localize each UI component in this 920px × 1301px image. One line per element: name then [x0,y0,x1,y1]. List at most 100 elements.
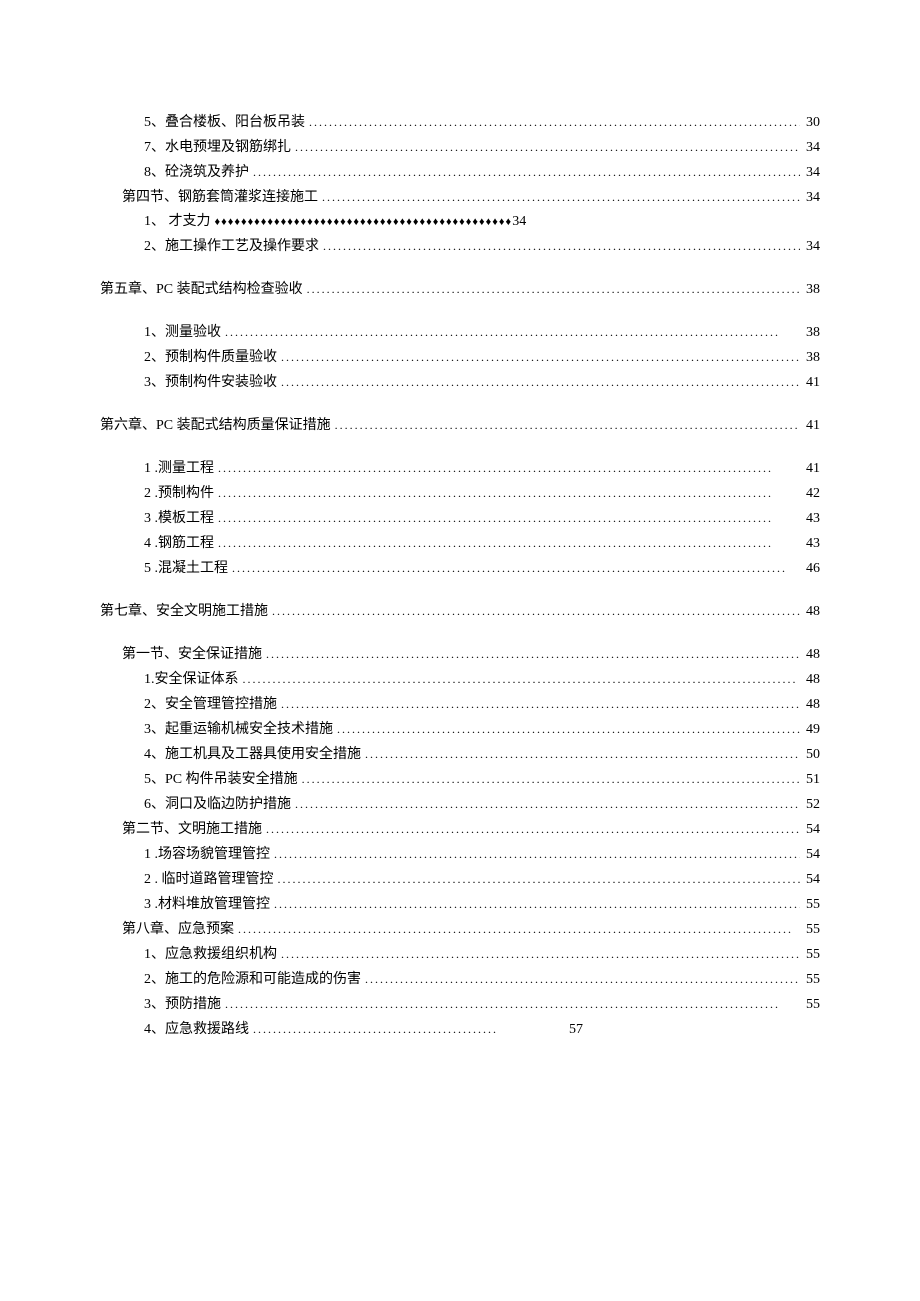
toc-entry: 5、叠合楼板、阳台板吊装............................… [100,110,820,135]
toc-leader-dots: ........................................… [228,556,800,580]
toc-page-number: 48 [800,643,820,667]
toc-entry: 1、 才支力♦♦♦♦♦♦♦♦♦♦♦♦♦♦♦♦♦♦♦♦♦♦♦♦♦♦♦♦♦♦♦♦♦♦… [100,210,820,234]
toc-page-number: 41 [800,457,820,481]
toc-page-number: 42 [800,482,820,506]
toc-entry: 第六章、PC 装配式结构质量保证措施......................… [100,413,820,438]
toc-leader-dots: ........................................… [298,767,800,791]
toc-label: 4、施工机具及工器具使用安全措施 [144,743,361,767]
toc-page-number: 52 [800,793,820,817]
toc-leader-dots: ........................................… [277,942,800,966]
toc-leader-dots: ........................................… [319,234,800,258]
toc-leader-dots: ........................................… [214,456,800,480]
toc-page-number: 34 [800,186,820,210]
toc-page-number: 34 [800,161,820,185]
toc-entry: 1.安全保证体系................................… [100,667,820,692]
toc-label: 第六章、PC 装配式结构质量保证措施 [100,414,331,438]
toc-entry: 2、预制构件质量验收..............................… [100,345,820,370]
toc-label: 第八章、应急预案 [122,918,234,942]
toc-leader-dots: ........................................… [249,1017,569,1041]
toc-label: 4 .钢筋工程 [144,532,214,556]
toc-leader-diamonds: ♦♦♦♦♦♦♦♦♦♦♦♦♦♦♦♦♦♦♦♦♦♦♦♦♦♦♦♦♦♦♦♦♦♦♦♦♦♦♦♦… [211,210,513,234]
toc-entry: 1、应急救援组织机构..............................… [100,942,820,967]
toc-entry: 3 .材料堆放管理管控.............................… [100,892,820,917]
toc-entry: 4、施工机具及工器具使用安全措施........................… [100,742,820,767]
table-of-contents: 5、叠合楼板、阳台板吊装............................… [100,110,820,1042]
toc-leader-dots: ........................................… [221,320,800,344]
section-gap [100,624,820,642]
toc-leader-dots: ........................................… [277,692,800,716]
toc-leader-dots: ........................................… [214,481,800,505]
toc-entry: 第二节、文明施工措施..............................… [100,817,820,842]
toc-label: 5、叠合楼板、阳台板吊装 [144,111,305,135]
section-gap [100,259,820,277]
toc-leader-dots: ........................................… [303,277,800,301]
toc-label: 2、预制构件质量验收 [144,346,277,370]
toc-leader-dots: ........................................… [249,160,800,184]
toc-entry: 3、预制构件安装验收..............................… [100,370,820,395]
toc-label: 1、测量验收 [144,321,221,345]
toc-entry: 1 .测量工程.................................… [100,456,820,481]
toc-entry: 6、洞口及临边防护措施.............................… [100,792,820,817]
toc-entry: 第七章、安全文明施工措施............................… [100,599,820,624]
toc-leader-dots: ........................................… [277,370,800,394]
toc-label: 2 .预制构件 [144,482,214,506]
toc-label: 8、砼浇筑及养护 [144,161,249,185]
toc-leader-dots: ........................................… [270,892,800,916]
toc-page-number: 55 [800,943,820,967]
toc-leader-dots: ........................................… [234,917,800,941]
toc-page-number: 49 [800,718,820,742]
toc-page-number: 43 [800,507,820,531]
toc-entry: 2、施工的危险源和可能造成的伤害........................… [100,967,820,992]
toc-entry: 3、预防措施..................................… [100,992,820,1017]
toc-label: 3、预制构件安装验收 [144,371,277,395]
section-gap [100,581,820,599]
toc-label: 第五章、PC 装配式结构检查验收 [100,278,303,302]
toc-entry: 3、起重运输机械安全技术措施..........................… [100,717,820,742]
toc-leader-dots: ........................................… [318,185,800,209]
toc-label: 3、预防措施 [144,993,221,1017]
toc-leader-dots: ........................................… [331,413,800,437]
toc-label: 2 . 临时道路管理管控 [144,868,274,892]
toc-entry: 1、测量验收..................................… [100,320,820,345]
toc-leader-dots: ........................................… [214,506,800,530]
toc-entry: 2 .预制构件.................................… [100,481,820,506]
toc-page-number: 55 [800,993,820,1017]
toc-label: 1、应急救援组织机构 [144,943,277,967]
toc-page-number: 50 [800,743,820,767]
toc-page-number: 55 [800,968,820,992]
toc-leader-dots: ........................................… [270,842,800,866]
toc-leader-dots: ........................................… [333,717,800,741]
toc-page-number: 30 [800,111,820,135]
toc-leader-dots: ........................................… [291,135,800,159]
toc-label: 1、 才支力 [144,210,211,234]
toc-label: 2、施工操作工艺及操作要求 [144,235,319,259]
toc-page-number: 38 [800,321,820,345]
toc-label: 1.安全保证体系 [144,668,239,692]
toc-entry: 4、应急救援路线................................… [100,1017,820,1042]
toc-page-number: 34 [512,210,526,234]
toc-page-number: 54 [800,818,820,842]
toc-label: 2、安全管理管控措施 [144,693,277,717]
toc-label: 7、水电预埋及钢筋绑扎 [144,136,291,160]
toc-entry: 3 .模板工程.................................… [100,506,820,531]
toc-page-number: 38 [800,278,820,302]
section-gap [100,302,820,320]
toc-page-number: 54 [800,868,820,892]
toc-entry: 第五章、PC 装配式结构检查验收........................… [100,277,820,302]
toc-page-number: 34 [800,136,820,160]
toc-label: 3 .模板工程 [144,507,214,531]
toc-label: 第二节、文明施工措施 [122,818,262,842]
toc-leader-dots: ........................................… [274,867,801,891]
toc-entry: 第一节、安全保证措施..............................… [100,642,820,667]
toc-page-number: 46 [800,557,820,581]
toc-label: 5 .混凝土工程 [144,557,228,581]
toc-entry: 8、砼浇筑及养护................................… [100,160,820,185]
toc-page-number: 51 [800,768,820,792]
toc-leader-dots: ........................................… [221,992,800,1016]
toc-leader-dots: ........................................… [239,667,801,691]
toc-label: 5、PC 构件吊装安全措施 [144,768,298,792]
toc-label: 第四节、钢筋套筒灌浆连接施工 [122,186,318,210]
toc-entry: 7、水电预埋及钢筋绑扎.............................… [100,135,820,160]
toc-page-number: 43 [800,532,820,556]
toc-page-number: 41 [800,371,820,395]
